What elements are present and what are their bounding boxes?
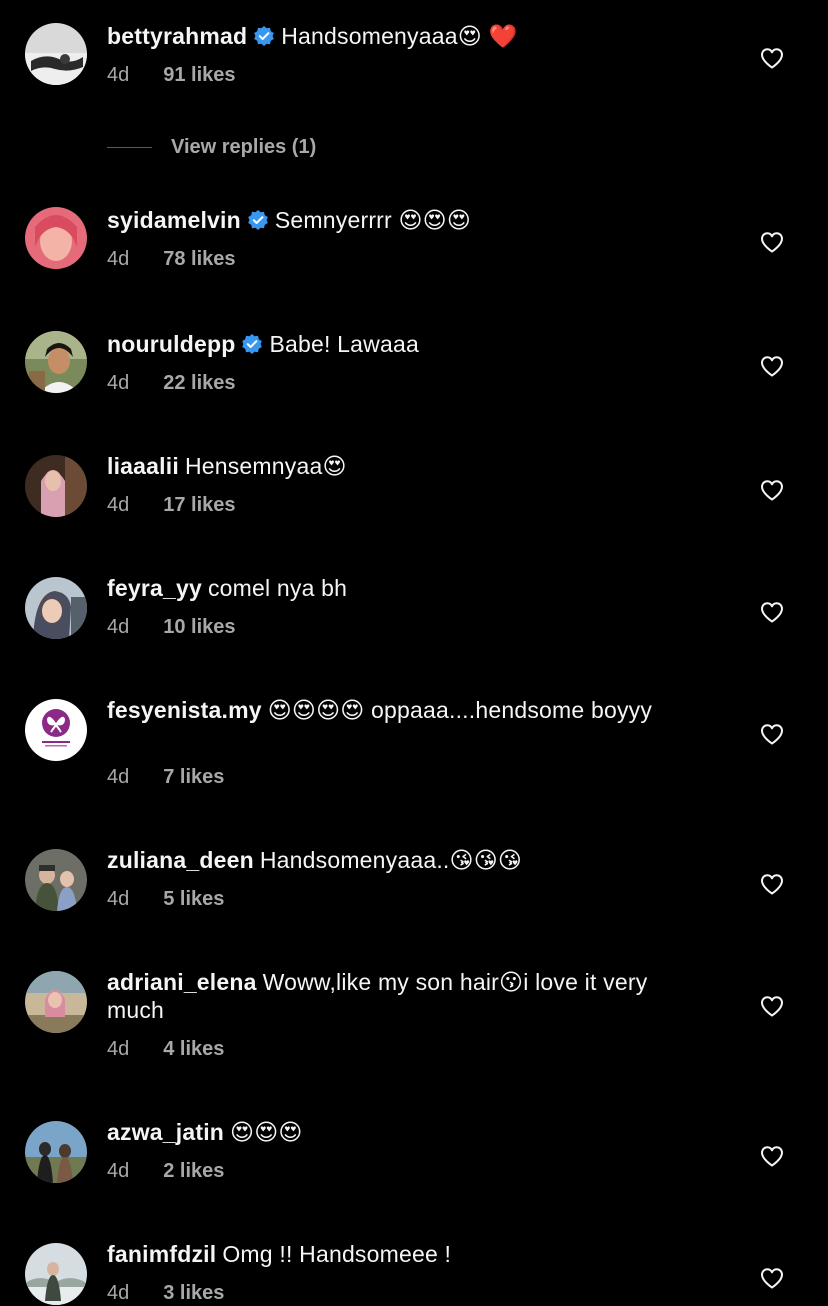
comment-username[interactable]: syidamelvin	[107, 207, 241, 233]
comment-text: Handsomenyaaa..😘😘😘	[259, 847, 523, 873]
comment-likes[interactable]: 91 likes	[163, 64, 235, 86]
avatar[interactable]	[25, 331, 87, 393]
heart-outline-icon[interactable]	[760, 231, 784, 253]
avatar[interactable]	[25, 1121, 87, 1183]
heart-outline-icon[interactable]	[760, 479, 784, 501]
comment-meta: 4d 17 likes	[107, 494, 236, 517]
comment-likes[interactable]: 22 likes	[163, 372, 235, 394]
view-replies-label: View replies (1)	[171, 135, 317, 158]
comment-username[interactable]: fanimfdzil	[107, 1241, 216, 1267]
comment-likes[interactable]: 4 likes	[163, 1038, 224, 1060]
comment-meta: 4d 4 likes	[107, 1038, 224, 1061]
heart-outline-icon[interactable]	[760, 47, 784, 69]
verified-badge-icon	[253, 25, 275, 53]
comment-time: 4d	[107, 494, 130, 516]
avatar[interactable]	[25, 455, 87, 517]
avatar[interactable]	[25, 207, 87, 269]
comment-time: 4d	[107, 616, 130, 638]
heart-outline-icon[interactable]	[760, 995, 784, 1017]
comment-text: 😍😍😍😍 oppaaa....hendsome boyyy	[267, 697, 653, 723]
comment-meta: 4d 3 likes	[107, 1282, 224, 1305]
avatar[interactable]	[25, 23, 87, 85]
verified-badge-icon	[241, 333, 263, 361]
comment-text: Babe! Lawaaa	[269, 331, 419, 357]
comment-text: Hensemnyaa😍	[184, 453, 347, 479]
comment-likes[interactable]: 78 likes	[163, 248, 235, 270]
heart-outline-icon[interactable]	[760, 723, 784, 745]
avatar[interactable]	[25, 699, 87, 761]
heart-outline-icon[interactable]	[760, 1267, 784, 1289]
comment-likes[interactable]: 3 likes	[163, 1282, 224, 1304]
replies-divider	[107, 146, 152, 148]
comment-meta: 4d 7 likes	[107, 766, 224, 789]
comment-time: 4d	[107, 1160, 130, 1182]
comment-username[interactable]: azwa_jatin	[107, 1119, 224, 1145]
comment-meta: 4d 91 likes	[107, 64, 236, 87]
comment-text: Omg !! Handsomeee !	[222, 1241, 452, 1267]
comment-username[interactable]: adriani_elena	[107, 969, 257, 995]
heart-outline-icon[interactable]	[760, 355, 784, 377]
heart-outline-icon[interactable]	[760, 873, 784, 895]
comment-time: 4d	[107, 888, 130, 910]
view-replies-button[interactable]: View replies (1)	[107, 134, 316, 160]
comment-username[interactable]: zuliana_deen	[107, 847, 254, 873]
comment-time: 4d	[107, 64, 130, 86]
comment-time: 4d	[107, 248, 130, 270]
comment-text: Semnyerrrr 😍😍😍	[274, 207, 472, 233]
comment-text: comel nya bh	[207, 575, 348, 601]
avatar[interactable]	[25, 971, 87, 1033]
avatar[interactable]	[25, 849, 87, 911]
heart-outline-icon[interactable]	[760, 601, 784, 623]
comment-time: 4d	[107, 766, 130, 788]
comment-username[interactable]: liaaalii	[107, 453, 179, 479]
comment-meta: 4d 78 likes	[107, 248, 236, 271]
verified-badge-icon	[247, 209, 269, 237]
comment-time: 4d	[107, 1282, 130, 1304]
comment-username[interactable]: fesyenista.my	[107, 697, 262, 723]
avatar[interactable]	[25, 577, 87, 639]
comment-meta: 4d 5 likes	[107, 888, 224, 911]
comment-username[interactable]: feyra_yy	[107, 575, 202, 601]
comment-meta: 4d 10 likes	[107, 616, 236, 639]
comment-text: Handsomenyaaa😍 ❤️	[281, 23, 518, 49]
comment-time: 4d	[107, 1038, 130, 1060]
comment-likes[interactable]: 5 likes	[163, 888, 224, 910]
comment-meta: 4d 22 likes	[107, 372, 236, 395]
avatar[interactable]	[25, 1243, 87, 1305]
comment-likes[interactable]: 2 likes	[163, 1160, 224, 1182]
comment-meta: 4d 2 likes	[107, 1160, 224, 1183]
comment-time: 4d	[107, 372, 130, 394]
comment-username[interactable]: bettyrahmad	[107, 23, 247, 49]
comment-username[interactable]: nouruldepp	[107, 331, 235, 357]
comment-likes[interactable]: 7 likes	[163, 766, 224, 788]
comment-text: 😍😍😍	[230, 1119, 303, 1145]
heart-outline-icon[interactable]	[760, 1145, 784, 1167]
comment-likes[interactable]: 17 likes	[163, 494, 235, 516]
comment-likes[interactable]: 10 likes	[163, 616, 235, 638]
